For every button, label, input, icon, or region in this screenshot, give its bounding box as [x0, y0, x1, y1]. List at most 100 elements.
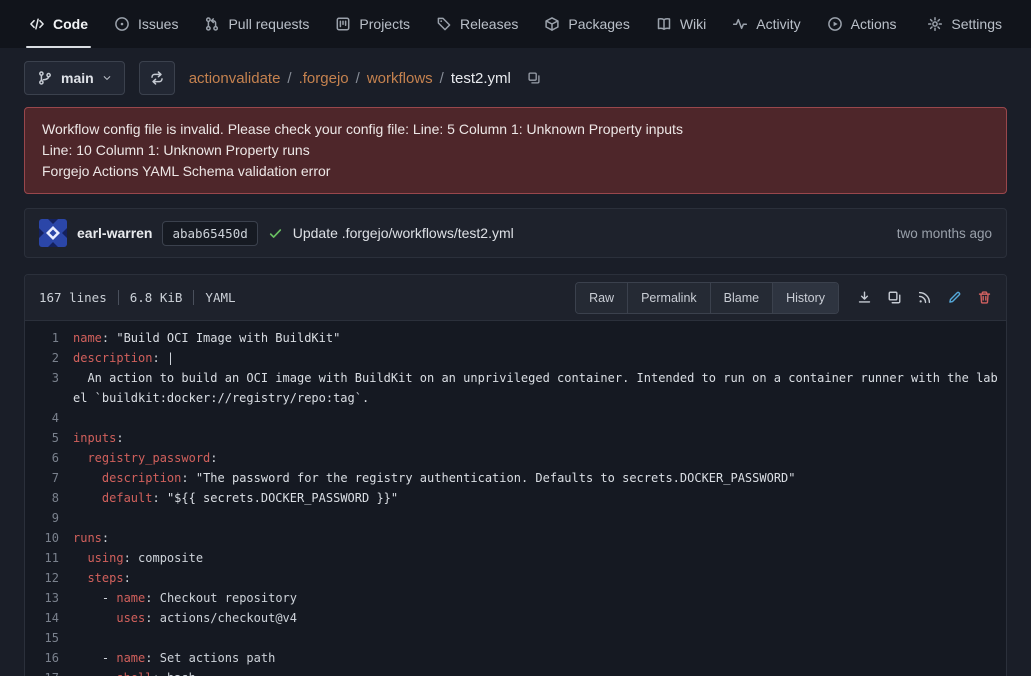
permalink-button[interactable]: Permalink [627, 283, 710, 313]
nav-item-label: Pull requests [228, 16, 309, 32]
nav-item-label: Code [53, 16, 88, 32]
compare-icon [149, 70, 165, 86]
nav-item-label: Settings [951, 16, 1002, 32]
line-content: shell: bash [73, 668, 1006, 676]
line-content [73, 628, 1006, 648]
line-number[interactable]: 5 [25, 428, 73, 448]
nav-item-pull-requests[interactable]: Pull requests [191, 0, 322, 48]
breadcrumb-segment[interactable]: actionvalidate [189, 70, 281, 87]
code-line: 10runs: [25, 528, 1006, 548]
line-number[interactable]: 2 [25, 348, 73, 368]
error-line: Forgejo Actions YAML Schema validation e… [42, 161, 989, 182]
breadcrumb-segment[interactable]: .forgejo [299, 70, 349, 87]
commit-author[interactable]: earl-warren [77, 225, 152, 241]
download-button[interactable] [853, 286, 876, 309]
error-line: Workflow config file is invalid. Please … [42, 119, 989, 140]
code-line: 11 using: composite [25, 548, 1006, 568]
branch-selector[interactable]: main [24, 61, 125, 95]
code-line: 7 description: "The password for the reg… [25, 468, 1006, 488]
error-banner: Workflow config file is invalid. Please … [24, 107, 1007, 194]
line-number[interactable]: 1 [25, 328, 73, 348]
nav-item-wiki[interactable]: Wiki [643, 0, 719, 48]
nav-item-actions[interactable]: Actions [814, 0, 910, 48]
top-nav: Code Issues Pull requests ProjectsReleasesP… [0, 0, 1031, 48]
line-number[interactable]: 8 [25, 488, 73, 508]
code-view: 1name: "Build OCI Image with BuildKit"2d… [25, 321, 1006, 676]
copy-icon [887, 290, 902, 305]
nav-item-releases[interactable]: Releases [423, 0, 531, 48]
line-number[interactable]: 9 [25, 508, 73, 528]
line-number[interactable]: 11 [25, 548, 73, 568]
line-content: default: "${{ secrets.DOCKER_PASSWORD }}… [73, 488, 1006, 508]
nav-item-activity[interactable]: Activity [719, 0, 813, 48]
actions-icon [827, 16, 843, 32]
file-action-icons [853, 286, 996, 309]
line-content: name: "Build OCI Image with BuildKit" [73, 328, 1006, 348]
error-line: Line: 10 Column 1: Unknown Property runs [42, 140, 989, 161]
nav-item-issues[interactable]: Issues [101, 0, 191, 48]
issues-icon [114, 16, 130, 32]
line-content: description: "The password for the regis… [73, 468, 1006, 488]
line-content: steps: [73, 568, 1006, 588]
file-info: 167 lines 6.8 KiB YAML [39, 290, 236, 305]
pencil-icon [947, 290, 962, 305]
edit-file-button[interactable] [943, 286, 966, 309]
packages-icon [544, 16, 560, 32]
line-number[interactable]: 10 [25, 528, 73, 548]
line-content: runs: [73, 528, 1006, 548]
nav-item-packages[interactable]: Packages [531, 0, 642, 48]
breadcrumb: actionvalidate/.forgejo/workflows/test2.… [189, 70, 511, 87]
line-number[interactable]: 17 [25, 668, 73, 676]
code-icon [29, 16, 45, 32]
line-number[interactable]: 7 [25, 468, 73, 488]
raw-button[interactable]: Raw [576, 283, 627, 313]
download-icon [857, 290, 872, 305]
delete-file-button[interactable] [973, 286, 996, 309]
commit-time: two months ago [897, 226, 992, 241]
line-number[interactable]: 13 [25, 588, 73, 608]
code-line: 16 - name: Set actions path [25, 648, 1006, 668]
code-line: 15 [25, 628, 1006, 648]
breadcrumb-segment[interactable]: workflows [367, 70, 433, 87]
line-number[interactable]: 15 [25, 628, 73, 648]
avatar[interactable] [39, 219, 67, 247]
file-view-buttons: RawPermalinkBlameHistory [575, 282, 839, 314]
breadcrumb-row: main actionvalidate/.forgejo/workflows/t… [0, 48, 1031, 107]
line-content: description: | [73, 348, 1006, 368]
line-number[interactable]: 16 [25, 648, 73, 668]
line-number[interactable]: 6 [25, 448, 73, 468]
line-number[interactable]: 4 [25, 408, 73, 428]
code-line: 12 steps: [25, 568, 1006, 588]
nav-item-settings[interactable]: Settings [914, 0, 1015, 48]
wiki-icon [656, 16, 672, 32]
code-line: 5inputs: [25, 428, 1006, 448]
trash-icon [977, 290, 992, 305]
file-language: YAML [205, 290, 235, 305]
divider [118, 290, 119, 305]
code-line: 17 shell: bash [25, 668, 1006, 676]
line-number[interactable]: 14 [25, 608, 73, 628]
code-line: 14 uses: actions/checkout@v4 [25, 608, 1006, 628]
blame-button[interactable]: Blame [710, 283, 772, 313]
nav-item-code[interactable]: Code [16, 0, 101, 48]
copy-path-button[interactable] [525, 69, 543, 87]
file-panel: 167 lines 6.8 KiB YAML RawPermalinkBlame… [24, 274, 1007, 676]
commit-hash-badge[interactable]: abab65450d [162, 221, 257, 246]
gear-icon [927, 16, 943, 32]
line-content: uses: actions/checkout@v4 [73, 608, 1006, 628]
history-button[interactable]: History [772, 283, 838, 313]
commit-message[interactable]: Update .forgejo/workflows/test2.yml [293, 225, 514, 241]
line-number[interactable]: 12 [25, 568, 73, 588]
nav-item-projects[interactable]: Projects [322, 0, 423, 48]
code-line: 3 An action to build an OCI image with B… [25, 368, 1006, 408]
line-number[interactable]: 3 [25, 368, 73, 408]
line-content [73, 508, 1006, 528]
releases-icon [436, 16, 452, 32]
file-header: 167 lines 6.8 KiB YAML RawPermalinkBlame… [25, 275, 1006, 321]
nav-item-label: Wiki [680, 16, 706, 32]
compare-button[interactable] [139, 61, 175, 95]
rss-feed-button[interactable] [913, 286, 936, 309]
chevron-down-icon [102, 73, 112, 83]
copy-content-button[interactable] [883, 286, 906, 309]
check-icon[interactable] [268, 226, 283, 241]
